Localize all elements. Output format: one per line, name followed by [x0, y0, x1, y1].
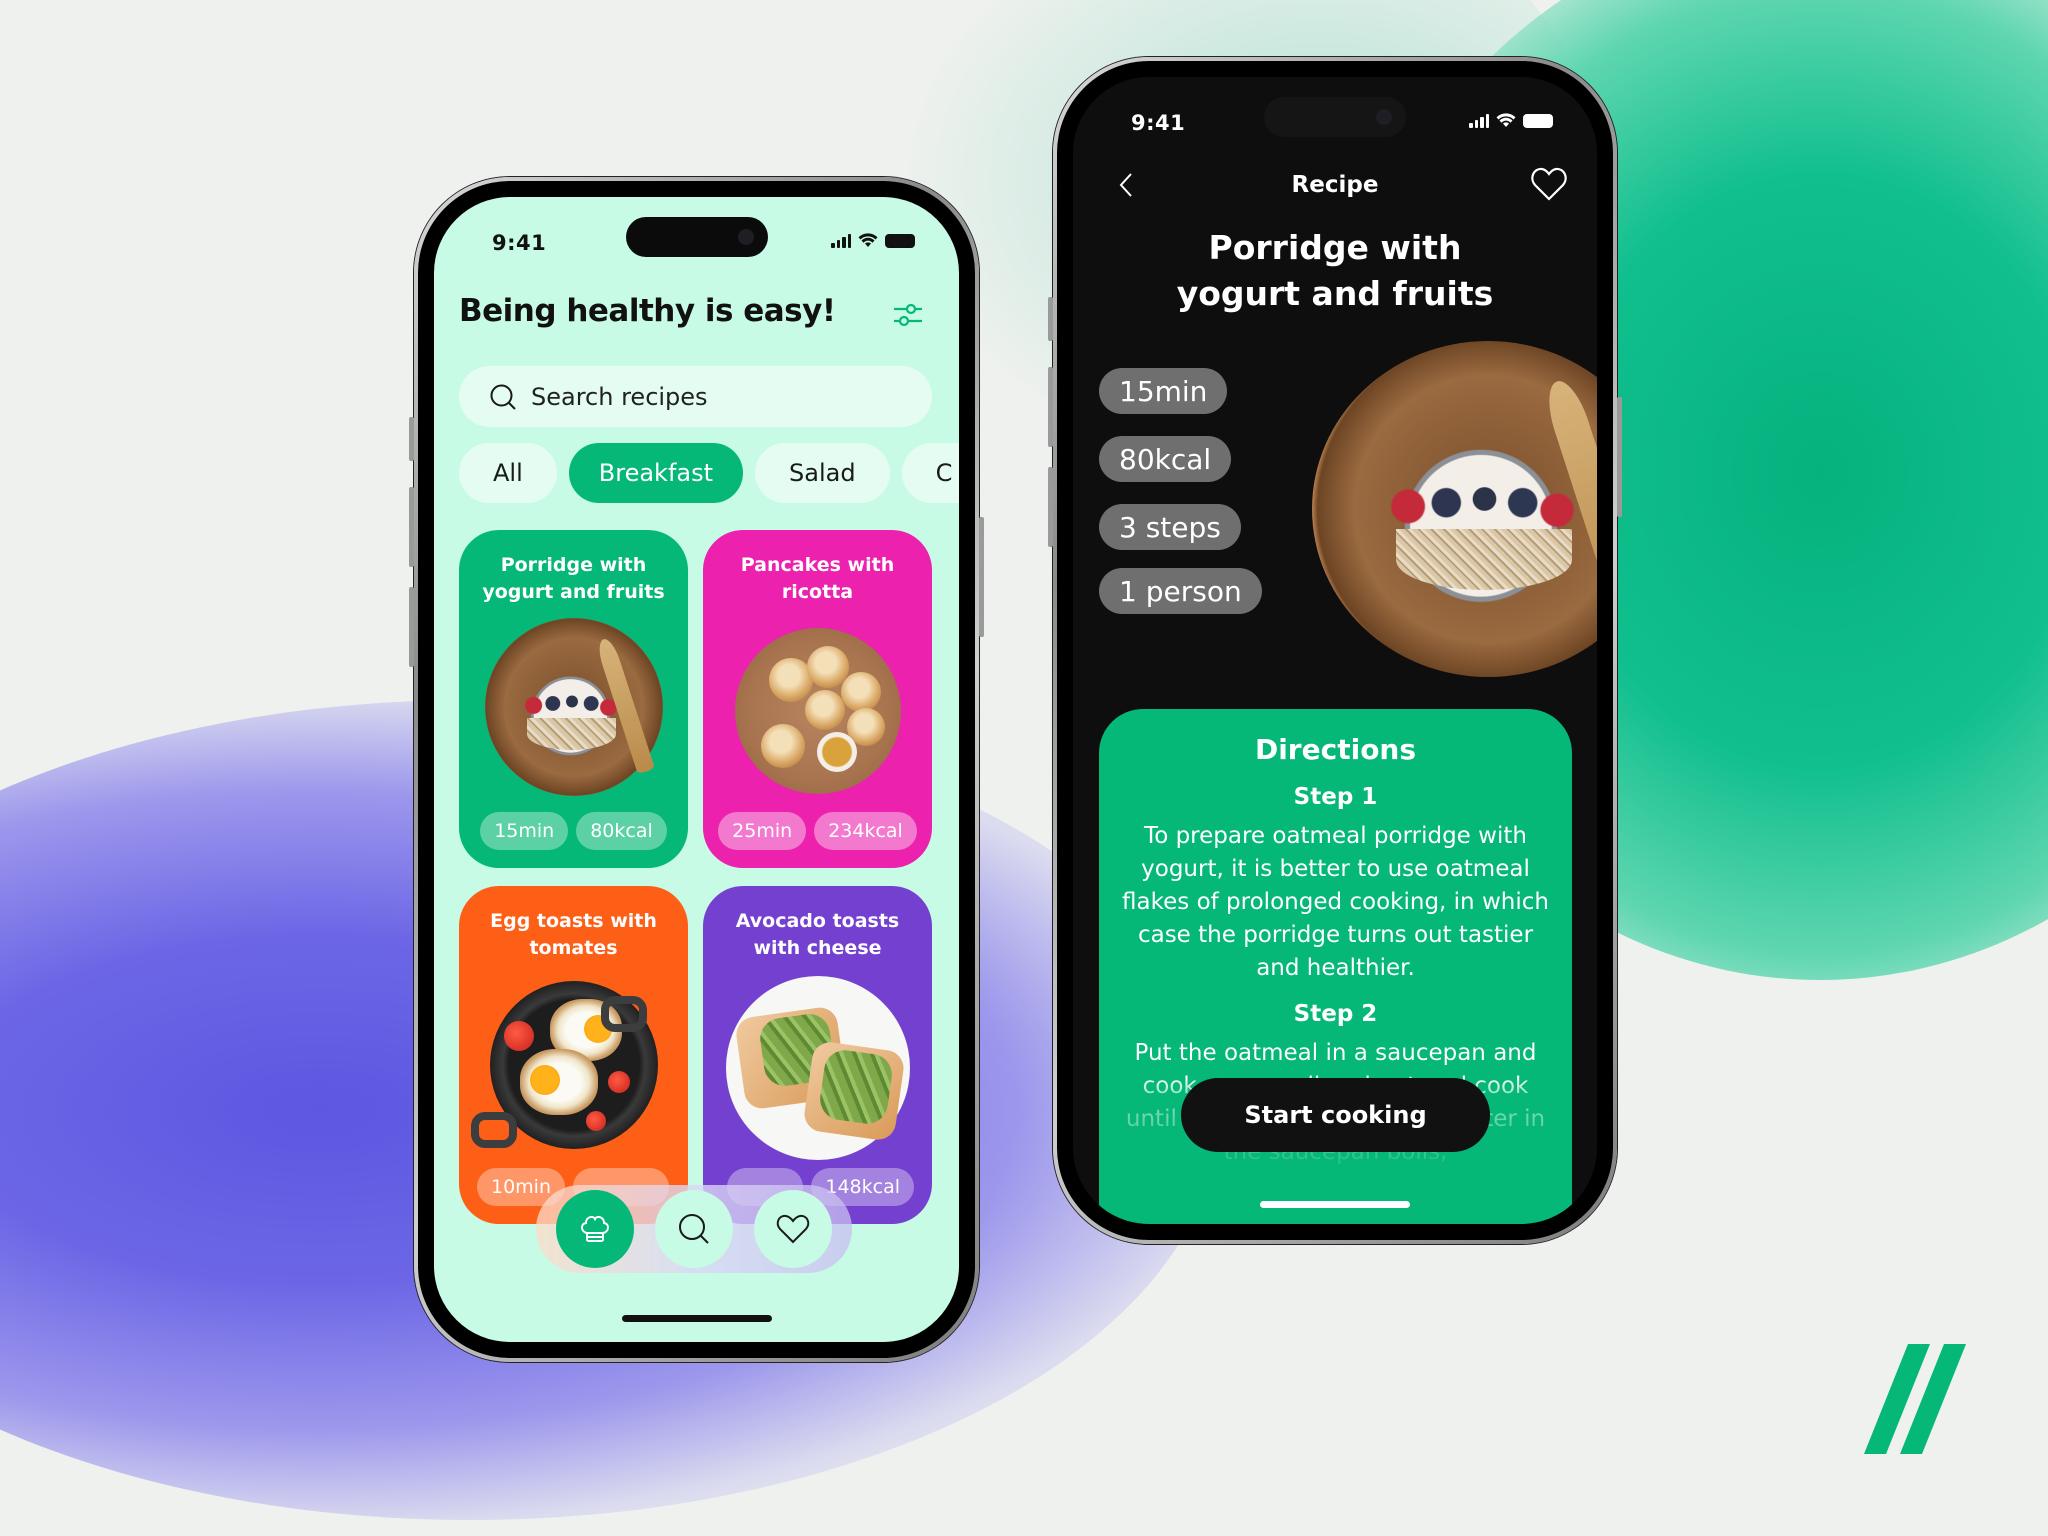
- battery-icon: [885, 233, 915, 248]
- card-title: Egg toasts with tomates: [490, 910, 657, 959]
- battery-icon: [1523, 113, 1553, 128]
- wifi-icon: [858, 233, 878, 247]
- chip-breakfast[interactable]: Breakfast: [568, 443, 744, 503]
- recipe-header: Recipe: [1073, 163, 1597, 207]
- recipe-card-pancakes[interactable]: Pancakes with ricotta 25min 234kcal: [703, 530, 932, 868]
- recipe-title-line: yogurt and fruits: [1176, 274, 1494, 313]
- avocado-toast-image: [725, 976, 910, 1160]
- card-title: Pancakes with ricotta: [740, 554, 895, 603]
- recipe-info-tags: 15min 80kcal 3 steps 1 person: [1099, 368, 1262, 614]
- side-button: [409, 487, 414, 567]
- heart-icon: [776, 1214, 809, 1244]
- side-button: [979, 517, 984, 637]
- page-title: Being healthy is easy!: [459, 293, 836, 329]
- nav-search-button[interactable]: [654, 1190, 733, 1268]
- brand-logo-icon: [1864, 1344, 1966, 1454]
- nav-favorites-button[interactable]: [753, 1190, 832, 1268]
- status-icons: [831, 233, 915, 248]
- recipe-title: Porridge with yogurt and fruits: [1073, 225, 1597, 317]
- category-chips: All Breakfast Salad C: [459, 443, 959, 503]
- card-title: Porridge with yogurt and fruits: [482, 554, 665, 603]
- search-icon: [490, 384, 516, 410]
- step-title: Step 1: [1293, 784, 1378, 810]
- steps-tag: 3 steps: [1099, 504, 1241, 550]
- status-icons: [1469, 113, 1553, 128]
- kcal-tag: 234kcal: [814, 812, 917, 850]
- dynamic-island: [625, 217, 768, 257]
- home-indicator: [621, 1315, 772, 1322]
- recipe-card-avocado-toasts[interactable]: Avocado toasts with cheese 148kcal: [703, 886, 932, 1224]
- recipe-title-line: Porridge with: [1208, 228, 1462, 267]
- search-icon: [678, 1214, 709, 1244]
- sliders-icon[interactable]: [892, 301, 924, 329]
- directions-title: Directions: [1254, 733, 1417, 766]
- search-input[interactable]: [531, 382, 891, 411]
- recipe-card-egg-toasts[interactable]: Egg toasts with tomates 10min: [459, 886, 688, 1224]
- chef-hat-icon: [581, 1215, 610, 1242]
- chip-all[interactable]: All: [459, 443, 557, 503]
- nav-recipes-button[interactable]: [556, 1190, 635, 1268]
- dynamic-island: [1264, 97, 1406, 137]
- side-button: [409, 587, 414, 667]
- chip-more[interactable]: C: [901, 443, 959, 503]
- background: [0, 0, 2048, 1536]
- phone-recipe: 9:41 Recipe Porridge with yogurt and fru…: [1048, 57, 1622, 1244]
- bottom-nav: [536, 1185, 852, 1273]
- signal-icon: [831, 233, 851, 248]
- servings-tag: 1 person: [1099, 568, 1262, 614]
- home-indicator: [1260, 1201, 1410, 1208]
- time-tag: 15min: [480, 812, 569, 850]
- pancakes-image: [734, 628, 901, 794]
- step-title: Step 2: [1293, 1001, 1378, 1027]
- kcal-tag: 80kcal: [576, 812, 667, 850]
- start-cooking-button[interactable]: Start cooking: [1181, 1078, 1490, 1152]
- phone-home: 9:41 Being healthy is easy! All Brea: [409, 177, 984, 1362]
- step-body: To prepare oatmeal porridge with yogurt,…: [1122, 823, 1549, 981]
- side-button: [409, 417, 414, 461]
- side-button: [1048, 467, 1053, 547]
- porridge-image: [1312, 341, 1597, 677]
- time-tag: 15min: [1099, 368, 1228, 414]
- back-chevron-icon[interactable]: [1113, 171, 1141, 199]
- search-bar[interactable]: [459, 366, 932, 427]
- side-button: [1048, 297, 1053, 341]
- time-tag: 25min: [718, 812, 807, 850]
- header-title: Recipe: [1291, 172, 1379, 198]
- status-time: 9:41: [1131, 111, 1186, 135]
- heart-icon[interactable]: [1529, 165, 1569, 203]
- card-title: Avocado toasts with cheese: [735, 910, 900, 959]
- porridge-image: [484, 618, 663, 796]
- recipe-screen: 9:41 Recipe Porridge with yogurt and fru…: [1073, 77, 1597, 1224]
- wifi-icon: [1496, 113, 1516, 127]
- side-button: [1048, 367, 1053, 447]
- status-time: 9:41: [492, 231, 547, 255]
- kcal-tag: 80kcal: [1099, 436, 1232, 482]
- recipe-card-porridge[interactable]: Porridge with yogurt and fruits 15min 80…: [459, 530, 688, 868]
- chip-salad[interactable]: Salad: [755, 443, 890, 503]
- home-screen: 9:41 Being healthy is easy! All Brea: [434, 197, 959, 1342]
- signal-icon: [1469, 113, 1489, 128]
- side-button: [1617, 397, 1622, 517]
